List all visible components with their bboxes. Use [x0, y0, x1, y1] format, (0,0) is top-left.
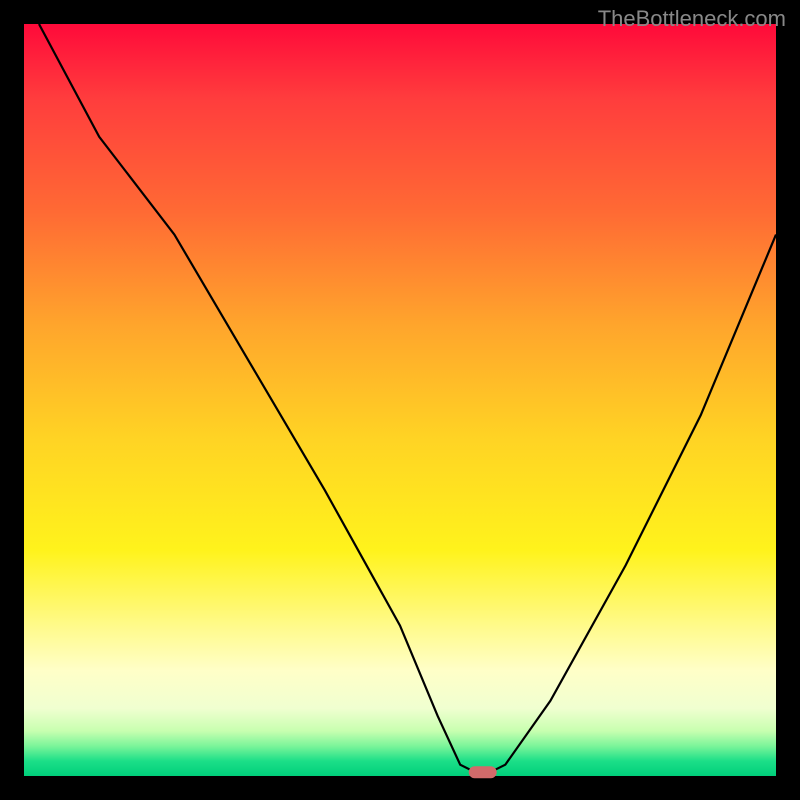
optimum-marker — [24, 24, 776, 776]
chart-plot-area — [24, 24, 776, 776]
watermark-text: TheBottleneck.com — [598, 6, 786, 32]
